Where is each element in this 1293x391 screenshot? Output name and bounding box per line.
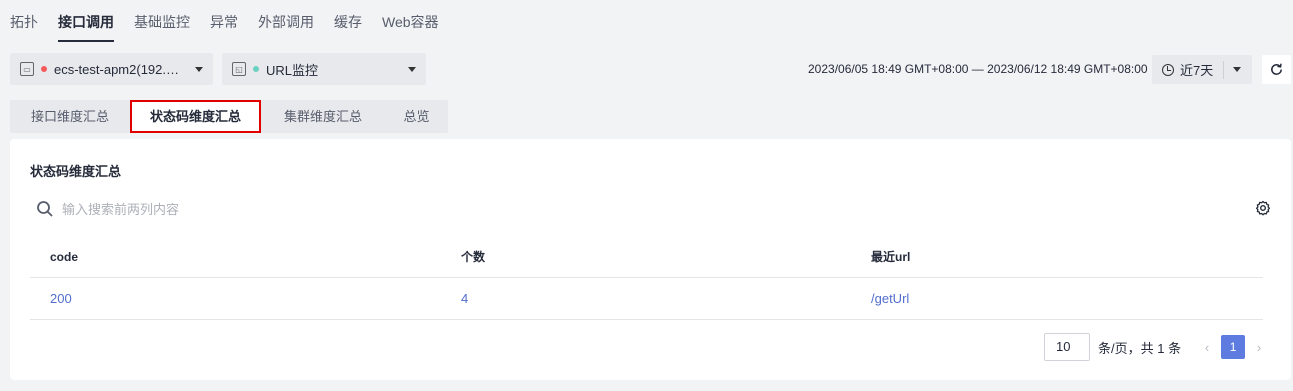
tab-basic-monitoring[interactable]: 基础监控 bbox=[124, 0, 200, 42]
gear-icon bbox=[1255, 200, 1271, 216]
header-code[interactable]: code bbox=[50, 250, 78, 264]
monitor-select[interactable]: ◱ URL监控 bbox=[222, 53, 426, 85]
status-dot bbox=[253, 66, 259, 72]
status-dot bbox=[41, 66, 47, 72]
table-row: 200 4 /getUrl bbox=[30, 278, 1263, 320]
clock-icon bbox=[1162, 63, 1174, 76]
tab-web-container[interactable]: Web容器 bbox=[372, 0, 449, 42]
tab-exceptions[interactable]: 异常 bbox=[200, 0, 248, 42]
pagination: 10 条/页，共 1 条 ‹ 1 › bbox=[1044, 333, 1269, 361]
search-icon bbox=[37, 200, 53, 217]
subtab-cluster-summary[interactable]: 集群维度汇总 bbox=[261, 100, 385, 133]
chevron-down-icon bbox=[1233, 67, 1242, 72]
chevron-down-icon bbox=[408, 66, 416, 72]
tab-cache[interactable]: 缓存 bbox=[324, 0, 372, 42]
page-number-current[interactable]: 1 bbox=[1221, 335, 1246, 359]
search-placeholder: 输入搜索前两列内容 bbox=[62, 202, 180, 217]
table-settings-button[interactable] bbox=[1255, 200, 1271, 216]
status-code-card: 状态码维度汇总 输入搜索前两列内容 code 个数 最近url 200 4 /g… bbox=[10, 139, 1291, 380]
subtab-interface-summary[interactable]: 接口维度汇总 bbox=[10, 100, 130, 133]
table-header: code 个数 最近url bbox=[30, 236, 1263, 278]
divider bbox=[1223, 60, 1225, 79]
tab-external-calls[interactable]: 外部调用 bbox=[248, 0, 324, 42]
period-select[interactable]: 近7天 bbox=[1152, 55, 1252, 84]
monitor-icon: ◱ bbox=[232, 62, 246, 76]
period-label: 近7天 bbox=[1180, 63, 1214, 78]
sub-tabs: 接口维度汇总 状态码维度汇总 集群维度汇总 总览 bbox=[10, 100, 448, 133]
chevron-down-icon bbox=[195, 66, 203, 72]
search-input[interactable]: 输入搜索前两列内容 bbox=[36, 199, 179, 218]
subtab-status-code-summary[interactable]: 状态码维度汇总 bbox=[130, 100, 261, 133]
cell-code[interactable]: 200 bbox=[50, 291, 72, 306]
card-title: 状态码维度汇总 bbox=[30, 164, 122, 179]
time-range-text: 2023/06/05 18:49 GMT+08:00 — 2023/06/12 … bbox=[808, 62, 1148, 76]
tab-topology[interactable]: 拓扑 bbox=[0, 0, 48, 42]
monitor-select-value: URL监控 bbox=[266, 62, 319, 78]
cell-count[interactable]: 4 bbox=[461, 291, 468, 306]
refresh-button[interactable] bbox=[1262, 55, 1291, 84]
instance-select[interactable]: ▭ ecs-test-apm2(192.… bbox=[10, 53, 213, 85]
page-info: 条/页，共 1 条 bbox=[1098, 340, 1182, 356]
server-icon: ▭ bbox=[20, 62, 34, 76]
status-code-table: code 个数 最近url 200 4 /getUrl bbox=[30, 236, 1263, 320]
cell-latest-url[interactable]: /getUrl bbox=[871, 291, 909, 306]
top-tabs: 拓扑 接口调用 基础监控 异常 外部调用 缓存 Web容器 bbox=[0, 0, 449, 42]
header-latest-url[interactable]: 最近url bbox=[871, 248, 910, 265]
instance-select-value: ecs-test-apm2(192.… bbox=[54, 61, 179, 77]
prev-page-icon[interactable]: ‹ bbox=[1197, 340, 1217, 355]
tab-api-calls[interactable]: 接口调用 bbox=[48, 0, 124, 42]
page-size-select[interactable]: 10 bbox=[1044, 333, 1090, 361]
refresh-icon bbox=[1271, 63, 1282, 75]
header-count[interactable]: 个数 bbox=[461, 248, 485, 265]
next-page-icon[interactable]: › bbox=[1249, 340, 1269, 355]
subtab-overview[interactable]: 总览 bbox=[385, 100, 448, 133]
